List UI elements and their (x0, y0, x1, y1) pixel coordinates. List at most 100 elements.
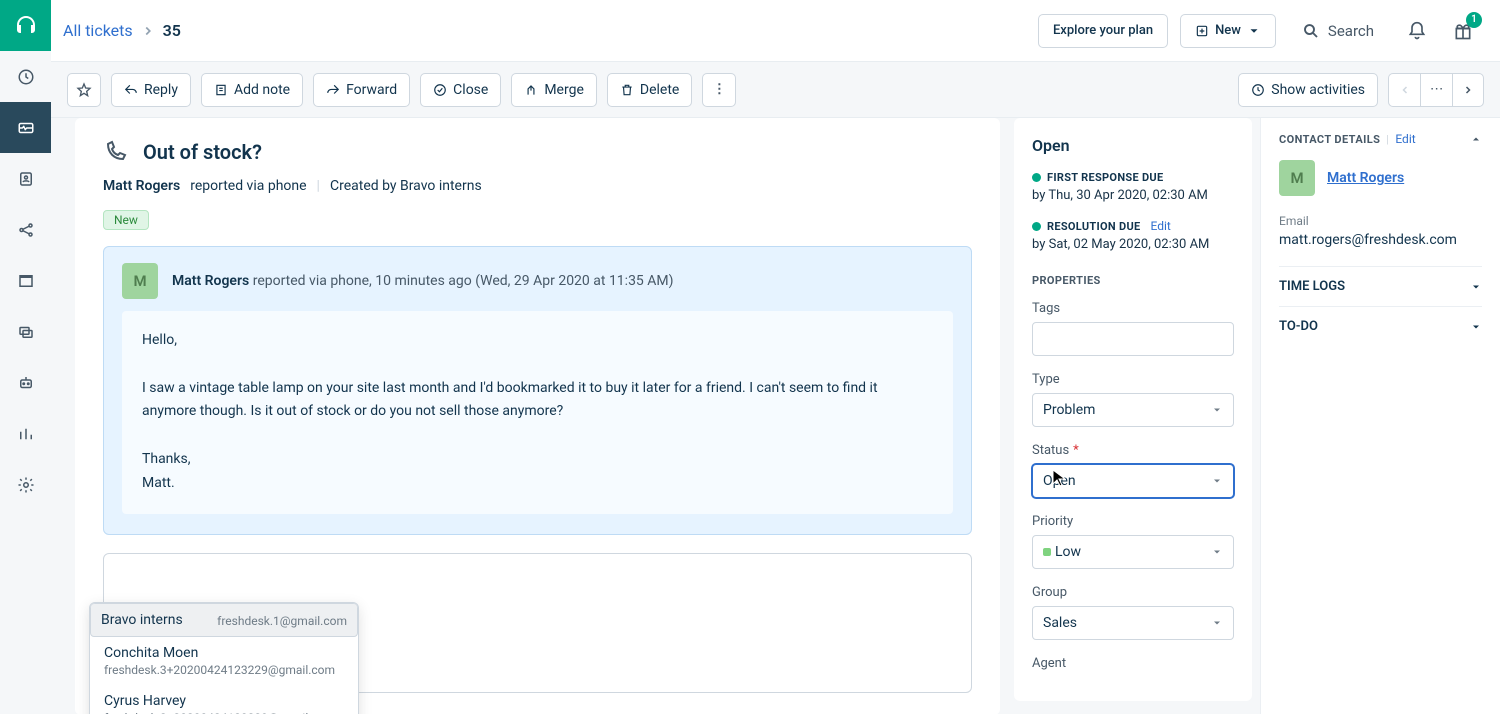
message-body: Hello, I saw a vintage table lamp on you… (122, 311, 953, 514)
message-time: reported via phone, 10 minutes ago (Wed,… (253, 273, 674, 289)
merge-button[interactable]: Merge (511, 73, 597, 107)
chevron-up-icon[interactable] (1470, 133, 1482, 145)
star-icon (76, 82, 92, 98)
check-circle-icon (433, 83, 447, 97)
reply-button[interactable]: Reply (111, 73, 191, 107)
ticket-toolbar: Reply Add note Forward Close Merge Delet… (51, 62, 1500, 118)
properties-header: PROPERTIES (1032, 274, 1234, 287)
chevron-down-icon (1211, 546, 1223, 558)
nav-contacts[interactable] (0, 153, 51, 204)
agent-label: Agent (1032, 656, 1234, 671)
sla-dot-icon (1032, 173, 1041, 182)
reply-icon (124, 83, 138, 97)
nav-dashboard[interactable] (0, 51, 51, 102)
first-response-label: FIRST RESPONSE DUE (1047, 171, 1163, 184)
phone-icon (103, 140, 127, 164)
priority-label: Priority (1032, 514, 1234, 529)
type-select[interactable]: Problem (1032, 393, 1234, 427)
tags-label: Tags (1032, 301, 1234, 316)
nav-bots[interactable] (0, 357, 51, 408)
nav-admin[interactable] (0, 459, 51, 510)
app-logo[interactable] (0, 0, 51, 51)
explore-plan-button[interactable]: Explore your plan (1038, 14, 1168, 48)
time-logs-panel[interactable]: TIME LOGS (1279, 266, 1482, 306)
search-icon (1302, 22, 1320, 40)
resolution-label: RESOLUTION DUE (1047, 220, 1141, 233)
mention-item[interactable]: Cyrus Harvey freshdesk.2+20200424123229@… (90, 685, 358, 714)
resolution-time: by Sat, 02 May 2020, 02:30 AM (1032, 237, 1234, 252)
chevron-down-icon (1211, 617, 1223, 629)
clock-icon (1251, 83, 1265, 97)
edit-sla-link[interactable]: Edit (1151, 219, 1171, 233)
message-card: M Matt Rogers reported via phone, 10 min… (103, 246, 972, 535)
next-ticket-button[interactable] (1452, 73, 1484, 107)
more-actions-button[interactable]: ⋮ (702, 73, 736, 107)
ticket-nav-more[interactable]: ⋯ (1420, 73, 1452, 107)
ticket-nav: ⋯ (1388, 73, 1484, 107)
nav-tickets[interactable] (0, 102, 51, 153)
nav-solutions[interactable] (0, 255, 51, 306)
delete-button[interactable]: Delete (607, 73, 692, 107)
contact-name-link[interactable]: Matt Rogers (1327, 170, 1404, 186)
properties-sidebar: Open FIRST RESPONSE DUE by Thu, 30 Apr 2… (1014, 118, 1260, 714)
todo-panel[interactable]: TO-DO (1279, 306, 1482, 346)
trash-icon (620, 83, 634, 97)
chevron-down-icon (1470, 321, 1482, 333)
new-button[interactable]: New (1180, 14, 1276, 48)
breadcrumb-current: 35 (163, 21, 181, 40)
search-button[interactable]: Search (1288, 14, 1388, 48)
tags-input[interactable] (1032, 322, 1234, 356)
note-icon (214, 83, 228, 97)
prev-ticket-button[interactable] (1388, 73, 1420, 107)
show-activities-button[interactable]: Show activities (1238, 73, 1378, 107)
breadcrumb: All tickets 35 (63, 21, 181, 40)
headset-icon (14, 14, 38, 38)
nav-reports[interactable] (0, 408, 51, 459)
nav-social[interactable] (0, 204, 51, 255)
star-button[interactable] (67, 73, 101, 107)
created-by: Created by Bravo interns (330, 178, 482, 194)
add-note-button[interactable]: Add note (201, 73, 303, 107)
group-label: Group (1032, 585, 1234, 600)
mention-item[interactable]: Bravo interns freshdesk.1@gmail.com (90, 603, 358, 637)
forward-icon (326, 83, 340, 97)
email-value: matt.rogers@freshdesk.com (1279, 232, 1482, 248)
first-response-time: by Thu, 30 Apr 2020, 02:30 AM (1032, 188, 1234, 203)
contact-avatar: M (1279, 160, 1315, 196)
gift-button[interactable]: 1 (1446, 14, 1480, 48)
status-select[interactable]: Open (1032, 464, 1234, 498)
main-content: Out of stock? Matt Rogers reported via p… (51, 118, 1014, 714)
plus-square-icon (1195, 24, 1209, 38)
chevron-right-icon (141, 24, 155, 38)
mention-item[interactable]: Conchita Moen freshdesk.3+20200424123229… (90, 637, 358, 685)
chevron-down-icon (1211, 475, 1223, 487)
message-author: Matt Rogers (172, 273, 249, 289)
reported-via: reported via phone (190, 178, 306, 194)
ticket-meta: Matt Rogers reported via phone | Created… (103, 178, 972, 194)
contact-sidebar: CONTACT DETAILS | Edit M Matt Rogers Ema… (1260, 118, 1500, 714)
topbar: All tickets 35 Explore your plan New Sea… (51, 0, 1500, 62)
reporter-name[interactable]: Matt Rogers (103, 178, 180, 194)
chevron-down-icon (1470, 281, 1482, 293)
search-label: Search (1328, 22, 1374, 40)
left-nav-rail (0, 0, 51, 714)
close-button[interactable]: Close (420, 73, 501, 107)
sla-dot-icon (1032, 222, 1041, 231)
nav-forums[interactable] (0, 306, 51, 357)
gift-badge: 1 (1466, 12, 1482, 28)
chevron-down-icon (1211, 404, 1223, 416)
priority-select[interactable]: Low (1032, 535, 1234, 569)
avatar: M (122, 263, 158, 299)
new-button-label: New (1215, 23, 1241, 38)
ticket-status: Open (1032, 136, 1234, 155)
edit-contact-link[interactable]: Edit (1395, 132, 1415, 146)
forward-button[interactable]: Forward (313, 73, 410, 107)
email-label: Email (1279, 214, 1482, 228)
bell-icon (1407, 21, 1427, 41)
ticket-title: Out of stock? (143, 140, 262, 164)
chevron-down-icon (1247, 24, 1261, 38)
breadcrumb-root[interactable]: All tickets (63, 21, 133, 40)
status-label: Status (1032, 443, 1069, 458)
notifications-button[interactable] (1400, 14, 1434, 48)
group-select[interactable]: Sales (1032, 606, 1234, 640)
